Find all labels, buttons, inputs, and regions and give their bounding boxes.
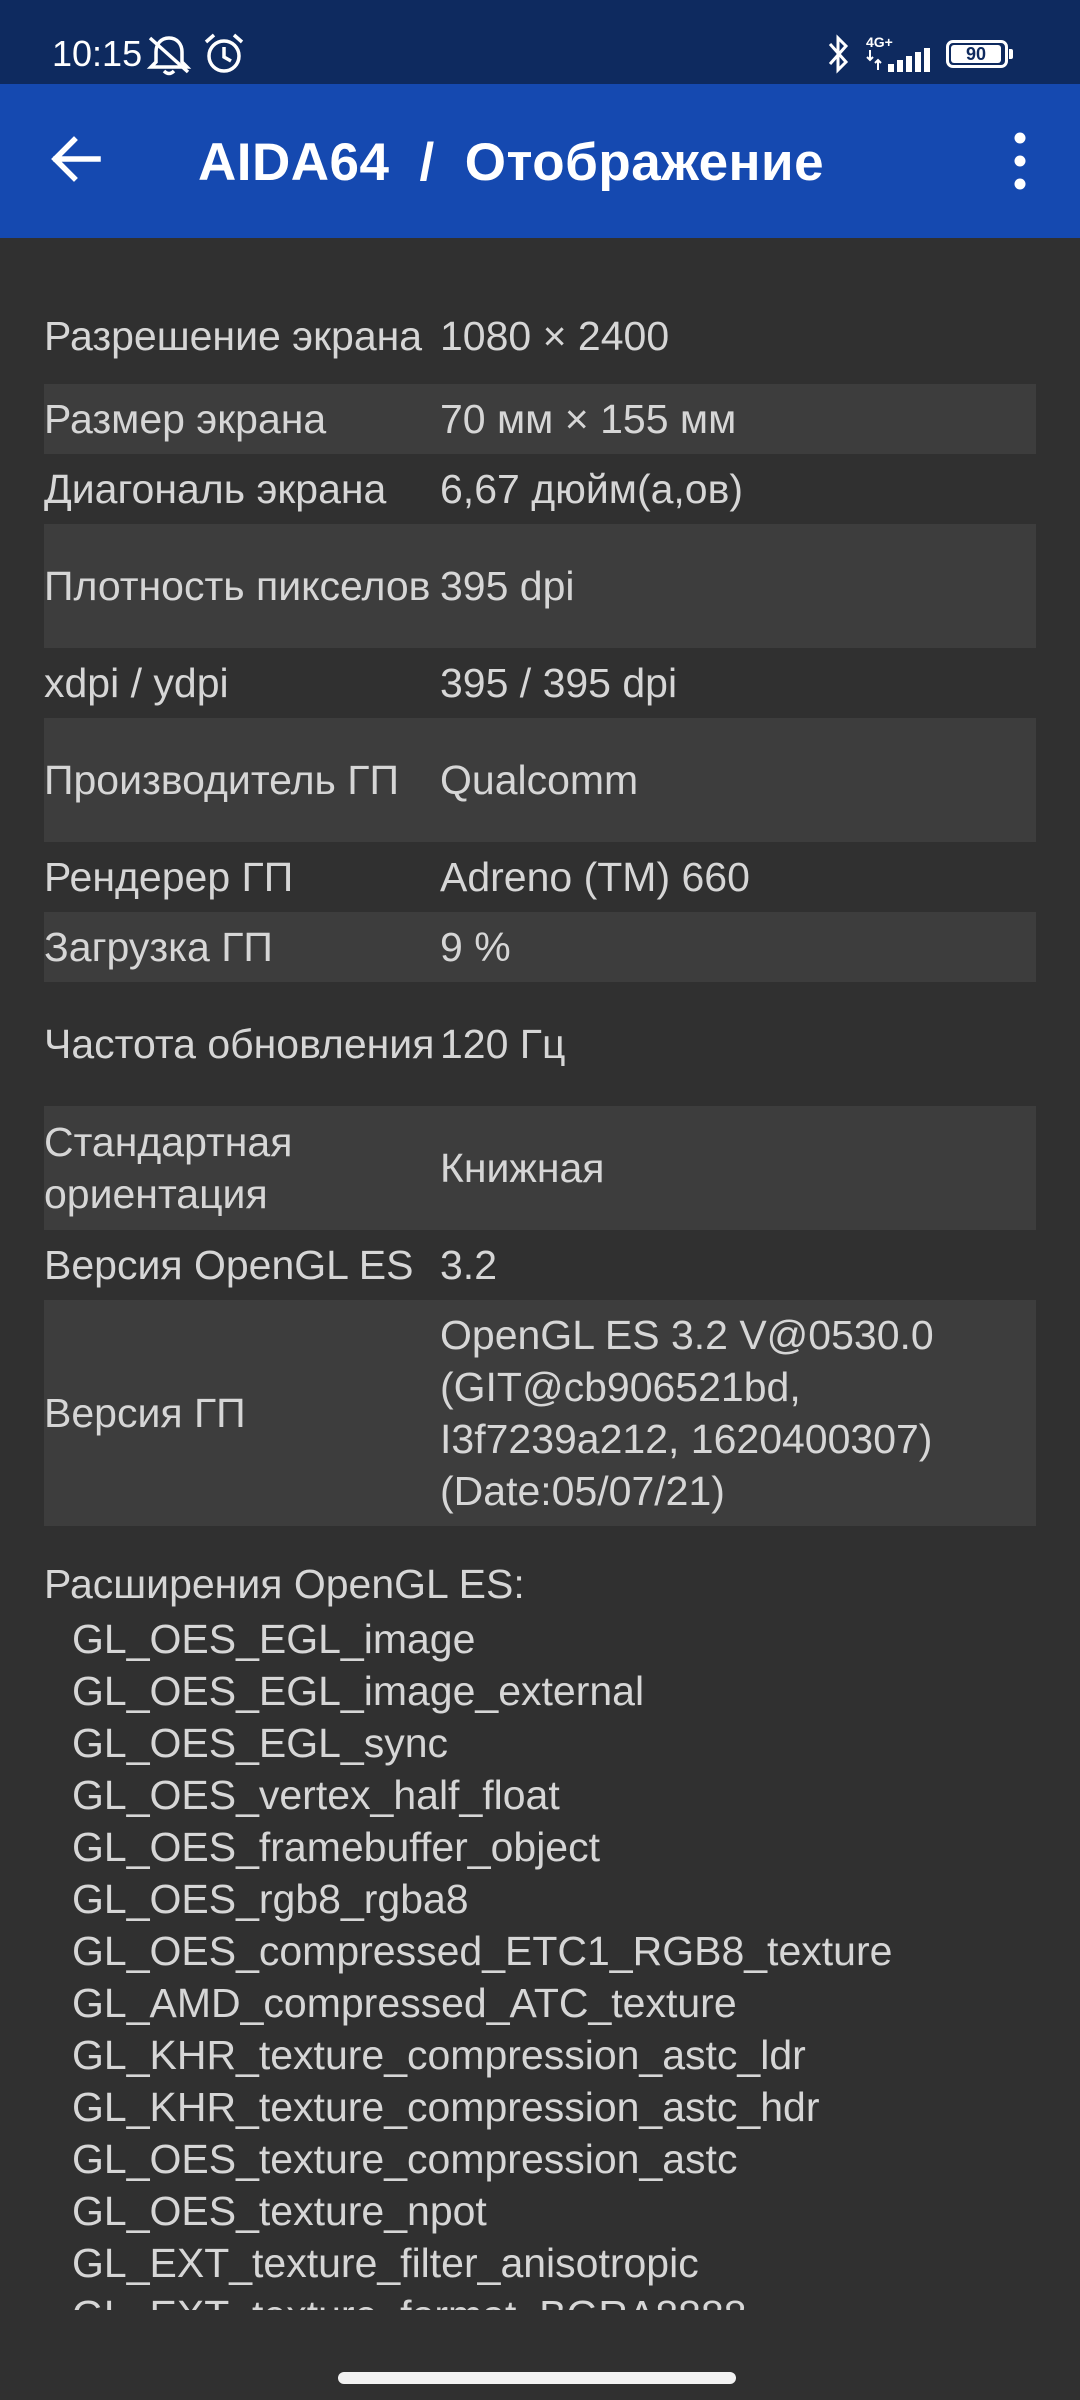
battery-level: 90 xyxy=(951,45,1001,63)
title-separator: / xyxy=(419,133,435,192)
row-value: 1080 × 2400 xyxy=(440,313,670,359)
row-label: Производитель ГП xyxy=(44,757,399,803)
list-item: GL_EXT_texture_filter_anisotropic xyxy=(72,2240,699,2286)
table-row: Загрузка ГП 9 % xyxy=(44,912,1036,982)
table-row: Производитель ГП Qualcomm xyxy=(44,718,1036,842)
extensions-title: Расширения OpenGL ES: xyxy=(44,1561,525,1607)
list-item: GL_KHR_texture_compression_astc_ldr xyxy=(72,2032,806,2078)
table-row: Частота обновления 120 Гц xyxy=(44,982,1036,1106)
row-value: 9 % xyxy=(440,924,511,970)
list-item: GL_OES_EGL_image_external xyxy=(72,1668,645,1714)
list-item: GL_AMD_compressed_ATC_texture xyxy=(72,1980,737,2026)
signal-icon xyxy=(866,48,930,72)
row-value: Книжная xyxy=(440,1145,605,1191)
table-row: Плотность пикселов 395 dpi xyxy=(44,524,1036,648)
row-label: Разрешение экрана xyxy=(44,313,423,359)
row-label: Размер экрана xyxy=(44,396,327,442)
alarm-icon xyxy=(204,33,244,73)
list-item: GL_KHR_texture_compression_astc_hdr xyxy=(72,2084,820,2130)
list-item: GL_OES_framebuffer_object xyxy=(72,1824,600,1870)
row-value: Qualcomm xyxy=(440,757,639,803)
page-title: AIDA64 / Отображение xyxy=(198,128,824,198)
row-label: Рендерер ГП xyxy=(44,854,294,900)
table-row: Рендерер ГП Adreno (TM) 660 xyxy=(44,842,1036,912)
notifications-off-icon xyxy=(146,36,192,76)
row-label: Частота обновления xyxy=(44,1021,435,1067)
app-name: AIDA64 xyxy=(198,133,390,192)
row-value: 395 / 395 dpi xyxy=(440,660,678,706)
list-item: GL_OES_EGL_image xyxy=(72,1616,476,1662)
list-item: GL_OES_vertex_half_float xyxy=(72,1772,560,1818)
row-value: 395 dpi xyxy=(440,563,575,609)
battery-icon: 90 xyxy=(946,40,1013,68)
row-value: 6,67 дюйм(а,ов) xyxy=(440,466,744,512)
row-value: 120 Гц xyxy=(440,1021,566,1067)
list-item: GL_OES_texture_npot xyxy=(72,2188,487,2234)
list-item: GL_EXT_texture_format_BGRA8888 xyxy=(72,2289,892,2310)
section-name: Отображение xyxy=(464,133,825,192)
row-label: Стандартная ориентация xyxy=(44,1119,293,1217)
table-row: Версия OpenGL ES 3.2 xyxy=(44,1230,1036,1300)
status-bar: 10:15 4G+ 90 xyxy=(0,0,1080,84)
row-value: 3.2 xyxy=(440,1242,497,1288)
row-label: xdpi / ydpi xyxy=(44,660,229,706)
status-time: 10:15 xyxy=(52,33,143,74)
table-row: Размер экрана 70 мм × 155 мм xyxy=(44,384,1036,454)
display-info-table: Разрешение экрана 1080 × 2400 Размер экр… xyxy=(44,288,1036,1526)
bluetooth-icon xyxy=(828,34,849,74)
arrow-left-icon[interactable] xyxy=(46,128,108,190)
list-item: GL_OES_EGL_sync xyxy=(72,1720,449,1766)
table-row: Диагональ экрана 6,67 дюйм(а,ов) xyxy=(44,454,1036,524)
row-label: Диагональ экрана xyxy=(44,466,387,512)
row-label: Версия ГП xyxy=(44,1390,246,1436)
navigation-bar xyxy=(0,2310,1080,2400)
row-label: Загрузка ГП xyxy=(44,924,273,970)
app-bar: AIDA64 / Отображение xyxy=(0,84,1080,238)
extensions-list: GL_OES_EGL_image GL_OES_EGL_image_extern… xyxy=(72,1613,892,2310)
more-vert-icon[interactable] xyxy=(1000,124,1040,198)
row-value: 70 мм × 155 мм xyxy=(440,396,737,442)
row-label: Плотность пикселов xyxy=(44,563,431,609)
row-value: Adreno (TM) 660 xyxy=(440,854,750,900)
row-value: OpenGL ES 3.2 V@0530.0 (GIT@cb906521bd, … xyxy=(440,1312,934,1514)
list-item: GL_OES_texture_compression_astc xyxy=(72,2136,738,2182)
row-label: Версия OpenGL ES xyxy=(44,1242,414,1288)
table-row: xdpi / ydpi 395 / 395 dpi xyxy=(44,648,1036,718)
table-row: Разрешение экрана 1080 × 2400 xyxy=(44,288,1036,384)
content-scroll[interactable]: Разрешение экрана 1080 × 2400 Размер экр… xyxy=(0,238,1080,2310)
home-gesture-handle[interactable] xyxy=(338,2372,736,2384)
list-item: GL_OES_rgb8_rgba8 xyxy=(72,1876,469,1922)
table-row: Версия ГП OpenGL ES 3.2 V@0530.0 (GIT@cb… xyxy=(44,1300,1036,1526)
table-row: Стандартная ориентация Книжная xyxy=(44,1106,1036,1230)
list-item: GL_OES_compressed_ETC1_RGB8_texture xyxy=(72,1928,893,1974)
